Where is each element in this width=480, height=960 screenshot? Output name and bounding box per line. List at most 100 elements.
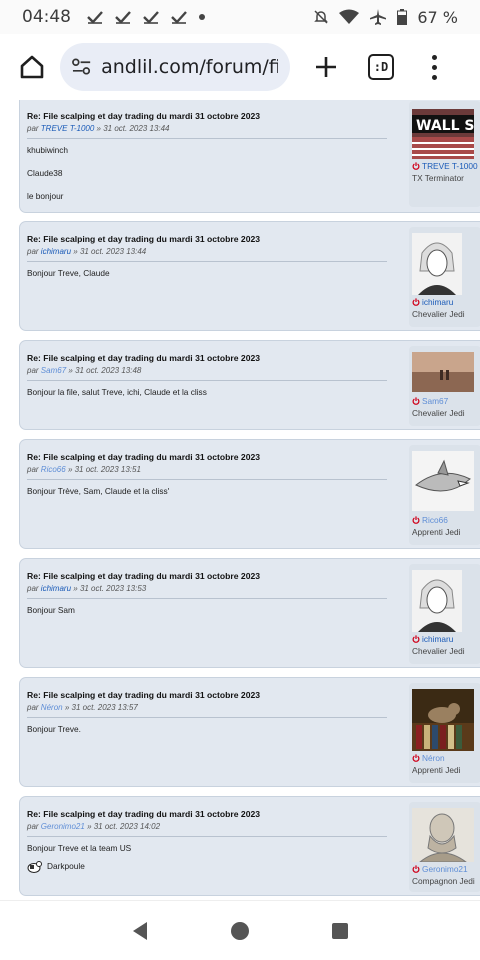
profile-username[interactable]: ichimaru xyxy=(412,634,453,644)
post-author-link[interactable]: Rico66 xyxy=(41,465,66,474)
profile-rank: Chevalier Jedi xyxy=(412,309,465,319)
post-title[interactable]: Re: File scalping et day trading du mard… xyxy=(27,809,387,819)
forum-post: Re: File scalping et day trading du mard… xyxy=(19,221,480,331)
post-meta: par Sam67 » 31 oct. 2023 13:48 xyxy=(27,366,142,375)
online-status-icon xyxy=(412,516,420,524)
forum-post: Re: File scalping et day trading du mard… xyxy=(19,796,480,896)
browser-toolbar: andlil.com/forum/fil :D xyxy=(0,34,480,100)
post-content: Bonjour Treve. xyxy=(27,724,81,734)
post-title[interactable]: Re: File scalping et day trading du mard… xyxy=(27,111,387,121)
home-circle-icon[interactable] xyxy=(229,920,251,942)
plus-icon xyxy=(316,57,336,77)
post-profile: ichimaru Chevalier Jedi xyxy=(409,564,480,664)
online-status-icon xyxy=(412,162,420,170)
home-icon xyxy=(20,55,44,79)
forum-post: Re: File scalping et day trading du mard… xyxy=(19,558,480,668)
status-time: 04:48 xyxy=(22,7,71,27)
divider xyxy=(27,380,387,381)
check-icon xyxy=(171,11,187,24)
profile-rank: Chevalier Jedi xyxy=(412,646,465,656)
forum-posts: Re: File scalping et day trading du mard… xyxy=(0,100,480,900)
back-icon[interactable] xyxy=(129,920,151,942)
profile-username[interactable]: Néron xyxy=(412,753,445,763)
post-title[interactable]: Re: File scalping et day trading du mard… xyxy=(27,353,387,363)
battery-percent: 67 % xyxy=(417,7,458,27)
sunset-desert-avatar-icon xyxy=(412,352,474,392)
address-bar[interactable]: andlil.com/forum/fil xyxy=(60,43,290,91)
battery-icon xyxy=(397,9,408,25)
bust-statue-avatar-icon xyxy=(412,808,474,862)
divider xyxy=(27,138,387,139)
new-tab-button[interactable] xyxy=(306,47,346,87)
post-author-link[interactable]: TREVE T-1000 xyxy=(41,124,95,133)
check-icon xyxy=(143,11,159,24)
notification-icons xyxy=(87,10,205,24)
svg-text:WALL ST: WALL ST xyxy=(416,118,474,134)
post-content: khubiwinch Claude38 le bonjour xyxy=(27,145,69,201)
post-title[interactable]: Re: File scalping et day trading du mard… xyxy=(27,234,387,244)
check-icon xyxy=(115,11,131,24)
avatar[interactable] xyxy=(412,689,474,751)
tab-switcher-button[interactable]: :D xyxy=(368,54,394,80)
post-author-link[interactable]: Néron xyxy=(41,703,63,712)
avatar[interactable] xyxy=(412,451,474,511)
post-author-link[interactable]: Sam67 xyxy=(41,366,66,375)
overflow-menu-button[interactable] xyxy=(424,47,444,87)
anime-character-avatar-icon xyxy=(412,233,462,295)
profile-rank: Compagnon Jedi xyxy=(412,876,475,886)
shark-avatar-icon xyxy=(412,451,474,511)
post-profile: Néron Apprenti Jedi xyxy=(409,683,480,783)
system-status-icons: 67 % xyxy=(313,8,458,27)
post-author-link[interactable]: ichimaru xyxy=(41,584,71,593)
post-title[interactable]: Re: File scalping et day trading du mard… xyxy=(27,690,387,700)
profile-username[interactable]: ichimaru xyxy=(412,297,453,307)
profile-username[interactable]: Sam67 xyxy=(412,396,448,406)
online-status-icon xyxy=(412,865,420,873)
post-meta: par ichimaru » 31 oct. 2023 13:53 xyxy=(27,584,147,593)
post-content: Bonjour Treve, Claude xyxy=(27,268,110,278)
url-text: andlil.com/forum/fil xyxy=(101,56,278,78)
post-meta: par ichimaru » 31 oct. 2023 13:44 xyxy=(27,247,147,256)
avatar[interactable] xyxy=(412,808,474,862)
site-settings-icon[interactable] xyxy=(72,58,91,76)
profile-username[interactable]: TREVE T-1000 xyxy=(412,161,478,171)
post-profile: Sam67 Chevalier Jedi xyxy=(409,346,480,426)
system-navigation-bar xyxy=(0,900,480,960)
wifi-icon xyxy=(339,9,360,24)
bell-off-icon xyxy=(314,10,329,24)
online-status-icon xyxy=(412,397,420,405)
avatar[interactable] xyxy=(412,570,462,632)
divider xyxy=(27,836,387,837)
divider xyxy=(27,261,387,262)
post-profile: Geronimo21 Compagnon Jedi xyxy=(409,802,480,892)
status-bar: 04:48 67 % xyxy=(0,0,480,34)
avatar[interactable] xyxy=(412,352,474,392)
profile-username[interactable]: Geronimo21 xyxy=(412,864,468,874)
profile-username[interactable]: Rico66 xyxy=(412,515,448,525)
post-author-link[interactable]: ichimaru xyxy=(41,247,71,256)
forum-post: Re: File scalping et day trading du mard… xyxy=(19,100,480,213)
post-title[interactable]: Re: File scalping et day trading du mard… xyxy=(27,571,387,581)
post-profile: WALL ST TREVE T-1000 TX Terminator xyxy=(409,101,480,207)
recents-icon[interactable] xyxy=(329,920,351,942)
post-author-link[interactable]: Geronimo21 xyxy=(41,822,85,831)
home-button[interactable] xyxy=(12,47,52,87)
online-status-icon xyxy=(412,754,420,762)
divider xyxy=(27,479,387,480)
post-profile: Rico66 Apprenti Jedi xyxy=(409,445,480,545)
profile-rank: TX Terminator xyxy=(412,173,464,183)
divider xyxy=(27,717,387,718)
post-title[interactable]: Re: File scalping et day trading du mard… xyxy=(27,452,387,462)
anime-character-avatar-icon xyxy=(412,570,462,632)
post-meta: par Rico66 » 31 oct. 2023 13:51 xyxy=(27,465,141,474)
avatar[interactable] xyxy=(412,233,462,295)
cat-books-avatar-icon xyxy=(412,689,474,751)
post-content: Bonjour Sam xyxy=(27,605,75,615)
forum-post: Re: File scalping et day trading du mard… xyxy=(19,340,480,430)
check-icon xyxy=(87,11,103,24)
online-status-icon xyxy=(412,298,420,306)
post-signature: Darkpoule xyxy=(27,860,387,873)
forum-post: Re: File scalping et day trading du mard… xyxy=(19,677,480,787)
avatar[interactable]: WALL ST xyxy=(412,109,474,159)
chicken-icon xyxy=(27,860,42,873)
